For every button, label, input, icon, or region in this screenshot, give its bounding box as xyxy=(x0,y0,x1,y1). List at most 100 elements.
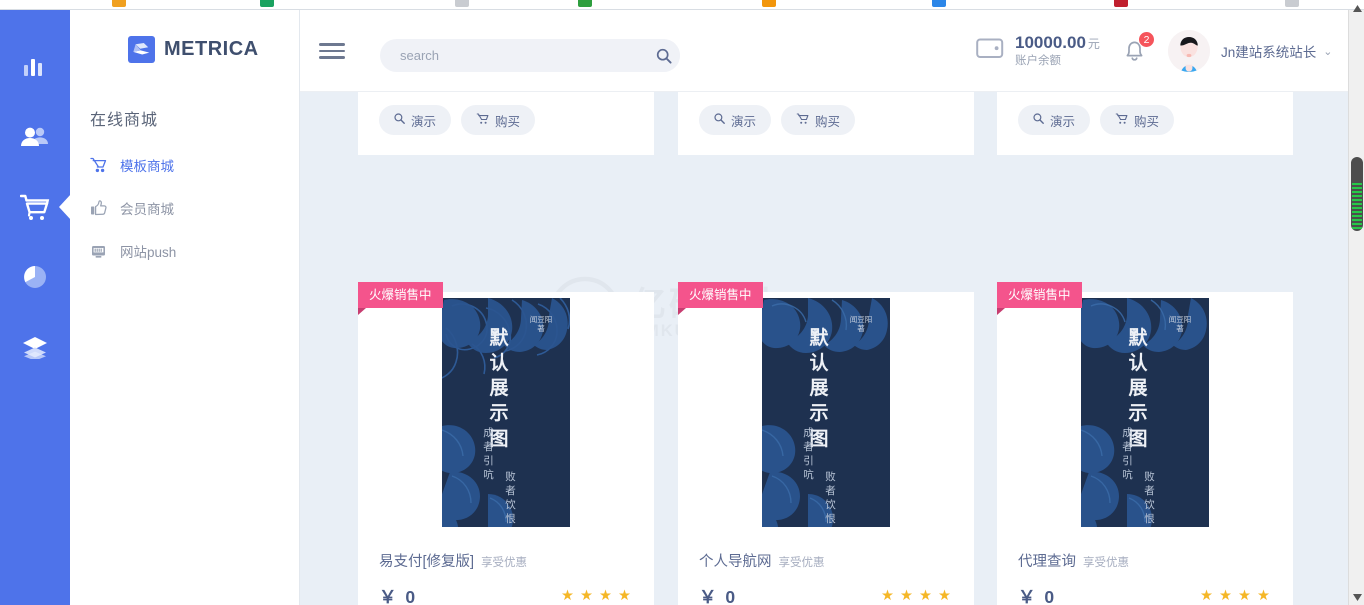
wallet-label: 账户余额 xyxy=(1015,55,1061,67)
demo-button[interactable]: 演示 xyxy=(379,105,452,135)
star-icon: ★ xyxy=(580,588,593,605)
demo-button[interactable]: 演示 xyxy=(1018,105,1091,135)
top-header: METRICA 10000.00元 账户余额 xyxy=(128,10,1348,92)
bell-icon xyxy=(1122,41,1147,67)
rail-item-layers[interactable] xyxy=(0,312,70,382)
buy-button[interactable]: 购买 xyxy=(461,105,536,135)
product-card[interactable]: 火爆销售中 xyxy=(358,282,654,605)
product-price-row: ￥ 0 ★ ★ ★ ★ xyxy=(678,571,974,605)
scroll-down-arrow[interactable] xyxy=(1349,589,1364,605)
sidebar-item-website-push[interactable]: 网站push xyxy=(70,229,300,272)
users-icon xyxy=(20,125,50,149)
sidebar-item-label: 会员商城 xyxy=(120,201,174,217)
product-price: ￥ 0 xyxy=(379,587,418,605)
bookmark-favicon[interactable] xyxy=(578,0,592,7)
book-cover: 闻豆阳 著 默认展示图 成者引吭 败者饮恨 xyxy=(762,297,890,527)
product-image[interactable]: 闻豆阳 著 默认展示图 成者引吭 败者饮恨 xyxy=(997,292,1293,532)
thumbs-up-icon xyxy=(90,199,110,216)
cover-subtitle-2: 败者饮恨 xyxy=(825,470,836,526)
bookmark-favicon[interactable] xyxy=(260,0,274,7)
notifications-button[interactable]: 2 xyxy=(1122,31,1155,67)
magnifier-icon xyxy=(714,113,725,127)
star-icon: ★ xyxy=(561,588,574,605)
primary-nav-rail xyxy=(0,10,70,605)
page-scrollbar[interactable] xyxy=(1348,4,1364,605)
scrollbar-thumb[interactable] xyxy=(1351,157,1363,231)
scrollbar-activity-stripe xyxy=(1352,207,1362,209)
laptop-icon xyxy=(128,36,155,63)
product-card[interactable]: 博客网[最新版] 享受优惠 ￥ 0 ★ ★ ★ ★ xyxy=(997,92,1293,155)
rail-item-store[interactable] xyxy=(0,172,70,242)
product-price-row: ￥ 0 ★ ★ ★ ★ xyxy=(358,571,654,605)
product-card[interactable]: 火爆销售中 xyxy=(678,282,974,605)
scrollbar-activity-stripe xyxy=(1352,227,1362,229)
hamburger-icon[interactable] xyxy=(319,43,345,59)
bookmark-favicon[interactable] xyxy=(932,0,946,7)
rating-stars: ★ ★ ★ ★ xyxy=(561,589,631,604)
rail-item-reports[interactable] xyxy=(0,242,70,312)
cover-subtitle-1: 成者引吭 xyxy=(803,426,814,482)
search-bar xyxy=(380,39,680,72)
cover-author: 闻豆阳 著 xyxy=(1168,314,1192,334)
star-icon: ★ xyxy=(599,588,612,605)
bookmark-favicon[interactable] xyxy=(455,0,469,7)
sidebar-item-template-store[interactable]: 模板商城 xyxy=(70,143,300,186)
bar-chart-icon xyxy=(22,55,48,79)
sidebar-item-member-store[interactable]: 会员商城 xyxy=(70,186,300,229)
product-card[interactable]: 彩虹ds[免授权] 享受优惠 ￥ 0 ★ ★ ★ ★ xyxy=(678,92,974,155)
magnifier-icon xyxy=(1033,113,1044,127)
book-cover: 闻豆阳 著 默认展示图 成者引吭 败者饮恨 xyxy=(1081,297,1209,527)
scrollbar-activity-stripe xyxy=(1352,183,1362,185)
push-icon xyxy=(90,243,110,259)
rail-item-users[interactable] xyxy=(0,102,70,172)
chevron-down-icon[interactable]: ⌄ xyxy=(1323,45,1332,58)
cart-outline-icon xyxy=(90,157,110,173)
scroll-up-arrow[interactable] xyxy=(1349,0,1364,16)
product-header: 易支付[修复版] 享受优惠 xyxy=(358,532,654,571)
star-icon: ★ xyxy=(900,588,913,605)
product-price-row: ￥ 0 ★ ★ ★ ★ xyxy=(997,571,1293,605)
cover-subtitle-1: 成者引吭 xyxy=(1122,426,1133,482)
scrollbar-activity-stripe xyxy=(1352,215,1362,217)
product-image[interactable]: 闻豆阳 著 默认展示图 成者引吭 败者饮恨 xyxy=(358,292,654,532)
rating-stars: ★ ★ ★ ★ xyxy=(1200,589,1270,604)
product-title: 代理查询 xyxy=(1018,554,1076,570)
sidebar-item-label: 模板商城 xyxy=(120,158,174,174)
product-actions: 演示 购买 xyxy=(997,92,1293,155)
product-title: 个人导航网 xyxy=(699,554,772,570)
bookmark-favicon[interactable] xyxy=(112,0,126,7)
search-input[interactable] xyxy=(400,39,640,72)
scrollbar-activity-stripe xyxy=(1352,187,1362,189)
buy-button[interactable]: 购买 xyxy=(1100,105,1175,135)
demo-button[interactable]: 演示 xyxy=(699,105,772,135)
rail-item-analytics[interactable] xyxy=(0,32,70,102)
wallet-unit: 元 xyxy=(1087,37,1100,51)
hot-sale-badge: 火爆销售中 xyxy=(997,282,1082,315)
product-subtitle: 享受优惠 xyxy=(481,557,528,569)
search-icon[interactable] xyxy=(647,39,680,72)
bookmark-favicon[interactable] xyxy=(1285,0,1299,7)
scrollbar-activity-stripe xyxy=(1352,199,1362,201)
shopping-cart-icon xyxy=(20,194,50,221)
scrollbar-activity-stripe xyxy=(1352,223,1362,225)
star-icon: ★ xyxy=(1238,588,1251,605)
cover-author: 闻豆阳 著 xyxy=(849,314,873,334)
bookmark-favicon[interactable] xyxy=(762,0,776,7)
product-image[interactable]: 闻豆阳 著 默认展示图 成者引吭 败者饮恨 xyxy=(678,292,974,532)
brand-logo[interactable]: METRICA xyxy=(128,36,259,63)
star-icon: ★ xyxy=(1219,588,1232,605)
bookmark-favicon[interactable] xyxy=(1114,0,1128,7)
buy-button[interactable]: 购买 xyxy=(781,105,856,135)
cover-subtitle-2: 败者饮恨 xyxy=(505,470,516,526)
product-card[interactable]: 发卡网[修复版] 享受优惠 ￥ 0 ★ ★ ★ ★ xyxy=(358,92,654,155)
star-icon: ★ xyxy=(881,588,894,605)
product-actions: 演示 购买 xyxy=(358,92,654,155)
wallet-icon xyxy=(976,36,1004,65)
product-subtitle: 享受优惠 xyxy=(778,557,825,569)
product-card[interactable]: 火爆销售中 xyxy=(997,282,1293,605)
buy-label: 购买 xyxy=(1134,114,1160,129)
wallet-summary[interactable]: 10000.00 元 账户余额 xyxy=(976,32,1100,68)
app-window: 在线商城 模板商城 会员商城 网站push METRICA search 100… xyxy=(0,10,1364,605)
user-menu[interactable]: Jn建站系统站长 ⌄ xyxy=(1168,30,1332,72)
demo-label: 演示 xyxy=(411,114,437,129)
